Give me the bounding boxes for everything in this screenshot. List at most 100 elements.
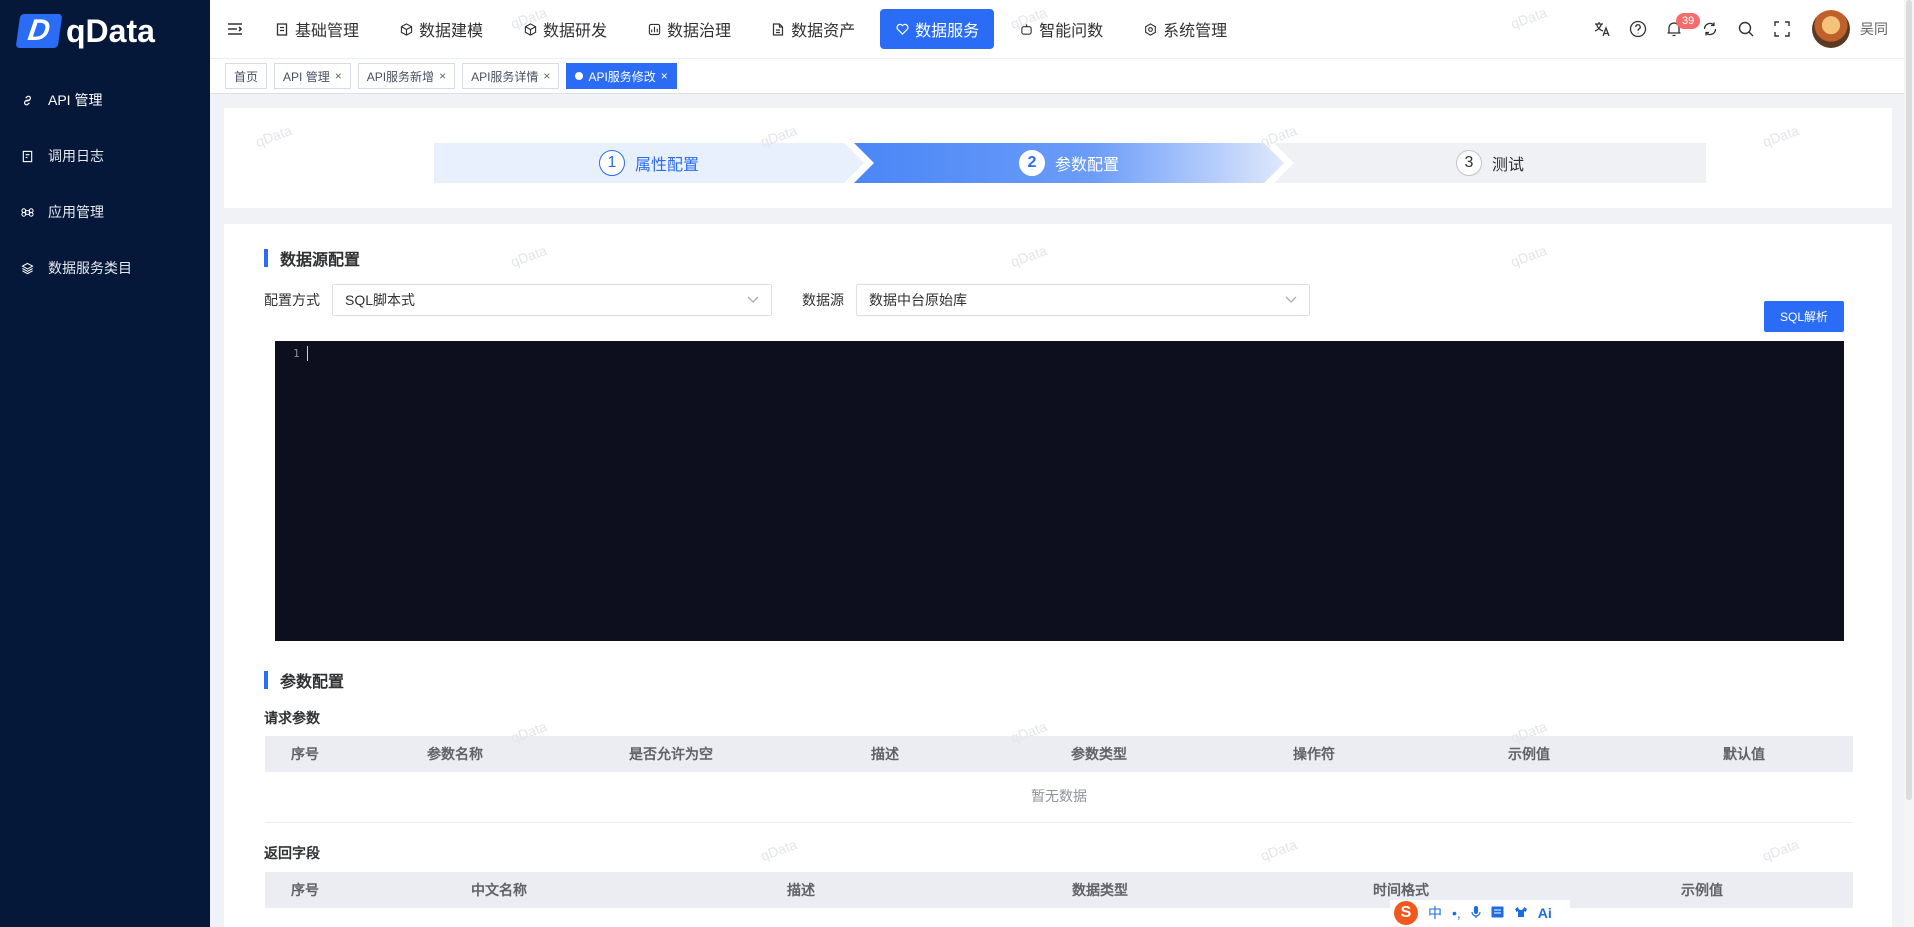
refresh-icon[interactable] [1692,11,1728,47]
nav-data-modeling[interactable]: 数据建模 [384,9,498,49]
nav-basic-management[interactable]: 基础管理 [260,9,374,49]
nav-label: 基础管理 [295,23,360,40]
tab-api-service-edit[interactable]: API服务修改 × [566,63,677,89]
column-header: 示例值 [1681,882,1723,898]
username[interactable]: 吴同 [1860,19,1888,39]
steps-card: 1 属性配置 2 参数配置 3 测试 [224,108,1892,208]
translate-icon[interactable] [1584,11,1620,47]
sidebar-item-service-category[interactable]: 数据服务类目 [0,240,210,296]
menu-toggle-icon[interactable] [210,0,260,58]
step-label: 测试 [1491,157,1524,174]
chevron-down-icon [747,293,759,307]
select-value: SQL脚本式 [345,292,416,308]
governance-icon [647,22,661,36]
sidebar-item-app-management[interactable]: 应用管理 [0,184,210,240]
skin-shirt-icon[interactable] [1514,905,1528,921]
scrollbar-thumb[interactable] [1906,0,1912,800]
sidebar-item-label: 数据服务类目 [48,260,132,276]
punctuation-icon[interactable]: •, [1452,905,1461,921]
close-icon[interactable]: × [439,69,446,83]
nav-data-assets[interactable]: 数据资产 [756,9,870,49]
nav-label: 智能问数 [1039,23,1104,40]
tab-label: API服务新增 [366,69,435,84]
fullscreen-icon[interactable] [1764,11,1800,47]
section-bar [264,249,268,267]
section-params: 参数配置 [264,668,344,692]
datasource-label: 数据源 [802,292,844,308]
step-progress: 1 属性配置 2 参数配置 3 测试 [434,143,1706,183]
tab-label: API 管理 [283,69,330,84]
nav-smart-query[interactable]: 智能问数 [1004,9,1118,49]
nav-data-governance[interactable]: 数据治理 [632,9,746,49]
active-dot-icon [575,72,584,80]
column-header: 数据类型 [1072,882,1128,898]
close-icon[interactable]: × [543,69,550,83]
tab-api-management[interactable]: API 管理 × [274,63,351,89]
datasource-form: 配置方式 SQL脚本式 数据源 数据中台原始库 [264,284,1310,316]
microphone-icon[interactable] [1471,905,1481,922]
app-name: qData [66,12,155,49]
response-fields-table-header: 序号 中文名称 描述 数据类型 时间格式 示例值 [265,872,1853,908]
sql-editor[interactable]: 1 [275,341,1844,641]
section-datasource: 数据源配置 [264,246,360,270]
close-icon[interactable]: × [335,69,342,83]
sidebar-item-label: API 管理 [48,92,103,108]
avatar[interactable] [1812,10,1850,48]
nav-label: 系统管理 [1163,23,1228,40]
response-fields-title: 返回字段 [264,845,320,861]
settings-icon [1143,22,1157,36]
step-parameter-config[interactable]: 2 参数配置 [854,143,1284,183]
step-attribute-config[interactable]: 1 属性配置 [434,143,864,183]
sidebar-item-label: 调用日志 [48,148,104,164]
close-icon[interactable]: × [661,69,668,83]
request-params-table-header: 序号 参数名称 是否允许为空 描述 参数类型 操作符 示例值 默认值 [265,736,1853,772]
sidebar-item-call-log[interactable]: 调用日志 [0,128,210,184]
nav-label: 数据建模 [419,23,484,40]
tab-api-service-add[interactable]: API服务新增 × [357,63,456,89]
config-mode-select[interactable]: SQL脚本式 [332,284,772,316]
column-header: 参数类型 [1071,746,1127,762]
ime-toolbar[interactable]: S 中 •, Ai [1390,900,1570,926]
column-header: 中文名称 [471,882,527,898]
search-icon[interactable] [1728,11,1764,47]
empty-state: 暂无数据 [265,769,1853,823]
nav-data-service[interactable]: 数据服务 [880,9,995,49]
config-mode-label: 配置方式 [264,292,320,308]
nav-label: 数据服务 [915,23,980,40]
ime-language[interactable]: 中 [1428,903,1442,923]
section-title: 参数配置 [280,674,345,691]
sidebar-item-api-management[interactable]: API 管理 [0,72,210,128]
column-header: 时间格式 [1373,882,1429,898]
main-card: 数据源配置 配置方式 SQL脚本式 数据源 数据中台原始库 SQL解析 1 参数… [224,224,1892,927]
step-number: 3 [1455,150,1482,176]
tags-view: 首页 API 管理 × API服务新增 × API服务详情 × API服务修改 … [210,58,1914,94]
sidebar-item-label: 应用管理 [48,204,104,220]
sql-parse-button[interactable]: SQL解析 [1764,301,1844,332]
log-icon [20,149,34,163]
robot-icon [1019,22,1033,36]
header-tools: 39 吴同 [1584,0,1914,58]
ai-assistant-icon[interactable]: Ai [1538,905,1552,921]
nav-system-management[interactable]: 系统管理 [1128,9,1242,49]
app-logo[interactable]: D qData [0,0,210,62]
tab-label: 首页 [234,69,259,84]
sidebar: D qData API 管理 调用日志 应用管理 数据服务类目 [0,0,210,927]
tab-home[interactable]: 首页 [225,63,268,89]
column-header: 默认值 [1723,746,1765,762]
column-header: 描述 [871,746,899,762]
column-header: 描述 [787,882,815,898]
help-icon[interactable] [1620,11,1656,47]
notification-bell-icon[interactable]: 39 [1656,11,1701,47]
column-header: 示例值 [1508,746,1550,762]
step-test[interactable]: 3 测试 [1274,143,1706,183]
column-header: 序号 [291,746,319,762]
datasource-select[interactable]: 数据中台原始库 [856,284,1310,316]
layers-icon [20,261,34,275]
keyboard-icon[interactable] [1491,905,1504,921]
box-icon [523,22,537,36]
section-bar [264,671,268,689]
page-scrollbar[interactable] [1904,0,1914,927]
column-header: 操作符 [1293,746,1335,762]
nav-data-development[interactable]: 数据研发 [508,9,622,49]
tab-api-service-detail[interactable]: API服务详情 × [462,63,560,89]
